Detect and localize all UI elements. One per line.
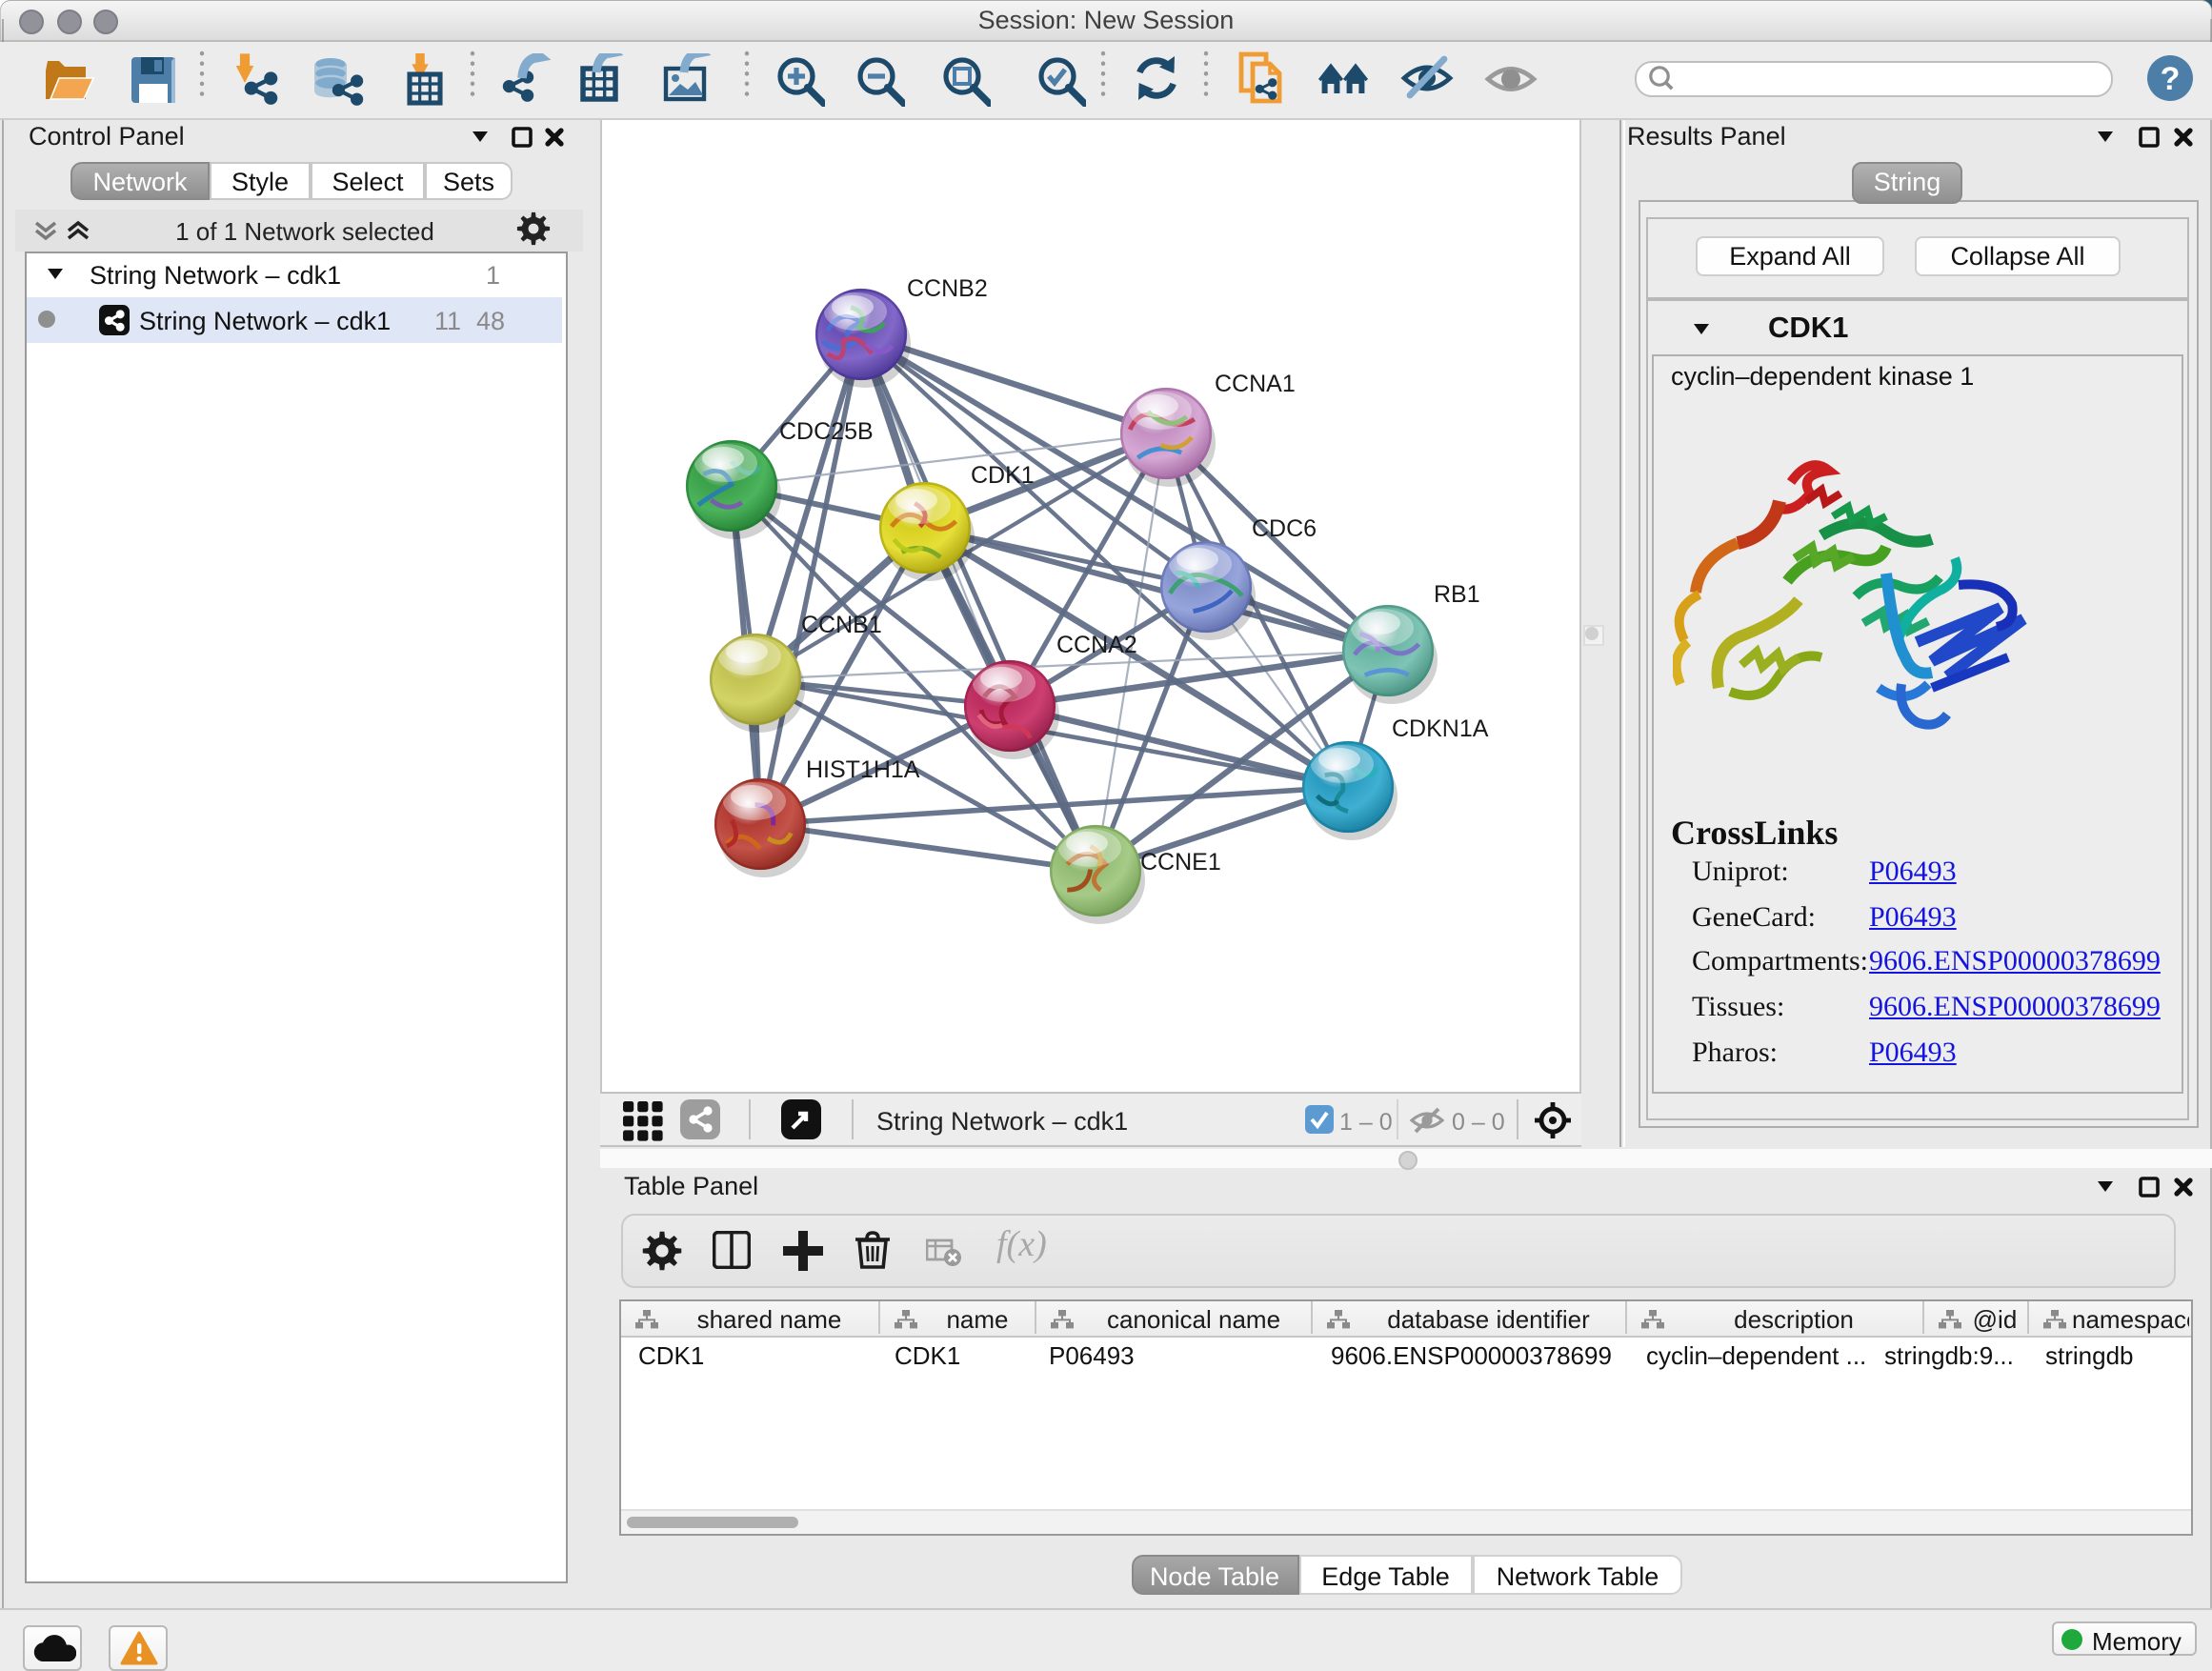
svg-text:CCNA2: CCNA2 [1056,632,1136,658]
svg-text:CDKN1A: CDKN1A [1391,715,1488,742]
svg-text:HIST1H1A: HIST1H1A [805,756,919,783]
svg-text:CCNB1: CCNB1 [800,612,881,638]
svg-text:CCNB2: CCNB2 [906,275,987,302]
svg-text:?: ? [2161,61,2181,97]
svg-text:CDC6: CDC6 [1251,515,1316,542]
svg-text:CDK1: CDK1 [970,462,1034,489]
svg-text:RB1: RB1 [1433,581,1479,608]
svg-text:CDC25B: CDC25B [778,418,873,445]
svg-text:CCNE1: CCNE1 [1139,849,1220,876]
svg-text:CCNA1: CCNA1 [1214,371,1295,397]
